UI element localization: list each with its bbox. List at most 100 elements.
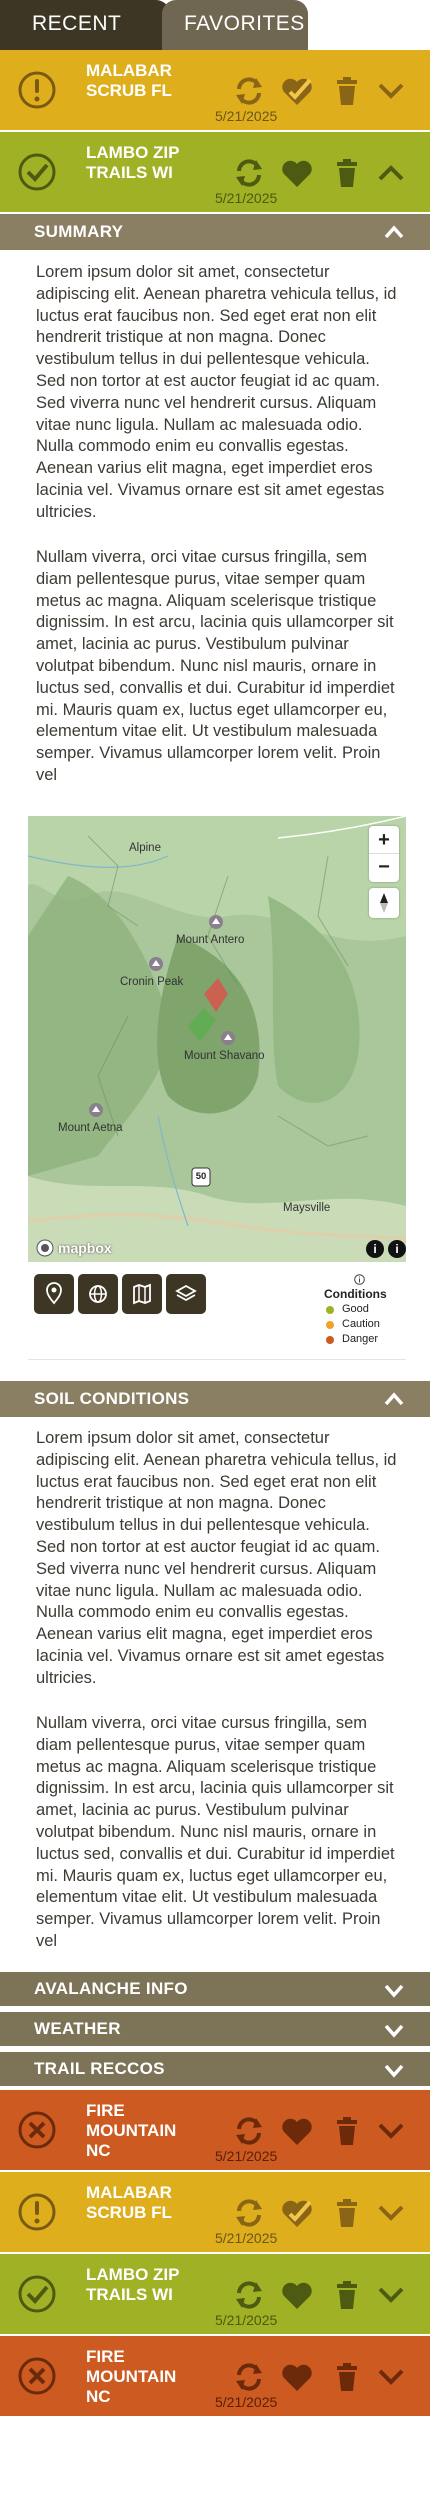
chevron-up-icon: [384, 1392, 404, 1406]
caution-icon: [18, 2193, 56, 2231]
chevron-down-icon[interactable]: [374, 2360, 408, 2394]
trail-date: 5/21/2025: [215, 190, 278, 206]
check-icon: [18, 153, 56, 191]
trash-icon[interactable]: [330, 156, 364, 190]
heart-icon[interactable]: [280, 156, 314, 190]
chevron-up-icon[interactable]: [374, 156, 408, 190]
tab-favorites[interactable]: FAVORITES: [162, 0, 308, 50]
soil-paragraph-1: Lorem ipsum dolor sit amet, consectetur …: [36, 1429, 397, 1687]
trash-icon[interactable]: [330, 2278, 364, 2312]
map-toolbar: Conditions Good Caution Danger: [28, 1262, 406, 1360]
section-weather-header[interactable]: WEATHER: [0, 2012, 430, 2046]
pin-icon: [46, 1282, 62, 1305]
trail-name: LAMBO ZIP TRAILS WI: [86, 143, 180, 182]
trash-icon[interactable]: [330, 2114, 364, 2148]
chevron-down-icon: [384, 2064, 404, 2078]
map-label-aetna: Mount Aetna: [58, 1122, 123, 1134]
compass-icon: [380, 893, 388, 913]
trail-name: MALABAR SCRUB FL: [86, 2183, 172, 2222]
refresh-icon[interactable]: [232, 2360, 266, 2394]
layers-icon: [175, 1284, 197, 1302]
zoom-control: + −: [369, 826, 399, 882]
trail-name: MALABAR SCRUB FL: [86, 61, 172, 100]
trail-date: 5/21/2025: [215, 108, 278, 124]
trail-card-malabar[interactable]: MALABAR SCRUB FL 5/21/2025: [0, 50, 430, 130]
refresh-icon[interactable]: [232, 2278, 266, 2312]
heart-check-icon[interactable]: [280, 2196, 314, 2230]
trail-card-lambo[interactable]: LAMBO ZIP TRAILS WI 5/21/2025: [0, 2254, 430, 2334]
section-trail-reccos-header[interactable]: TRAIL RECCOS: [0, 2052, 430, 2086]
heart-check-icon[interactable]: [280, 74, 314, 108]
trail-card-lambo[interactable]: LAMBO ZIP TRAILS WI 5/21/2025: [0, 132, 430, 212]
chevron-down-icon[interactable]: [374, 2196, 408, 2230]
mapbox-logo: mapbox: [36, 1238, 112, 1258]
refresh-icon[interactable]: [232, 2196, 266, 2230]
trail-name: FIRE MOUNTAIN NC: [86, 2347, 177, 2406]
trail-date: 5/21/2025: [215, 2312, 278, 2328]
chevron-down-icon[interactable]: [374, 74, 408, 108]
x-icon: [18, 2357, 56, 2395]
zoom-out-button[interactable]: −: [369, 854, 399, 882]
refresh-icon[interactable]: [232, 156, 266, 190]
layers-button[interactable]: [166, 1274, 206, 1314]
chevron-up-icon: [384, 225, 404, 239]
section-title: AVALANCHE INFO: [34, 1979, 188, 1998]
summary-paragraph-2: Nullam viverra, orci vitae cursus fringi…: [36, 548, 395, 784]
section-title: WEATHER: [34, 2019, 121, 2038]
summary-paragraph-1: Lorem ipsum dolor sit amet, consectetur …: [36, 263, 397, 521]
legend-item-good: Good: [324, 1302, 394, 1317]
chevron-down-icon: [384, 2024, 404, 2038]
trail-card-malabar[interactable]: MALABAR SCRUB FL 5/21/2025: [0, 2172, 430, 2252]
trash-icon[interactable]: [330, 2196, 364, 2230]
heart-icon[interactable]: [280, 2114, 314, 2148]
refresh-icon[interactable]: [232, 2114, 266, 2148]
mapbox-text: mapbox: [58, 1240, 112, 1256]
trail-map[interactable]: Alpine Mount Antero Cronin Peak Mount Sh…: [28, 816, 406, 1262]
x-icon: [18, 2111, 56, 2149]
section-title: SUMMARY: [34, 222, 124, 241]
tab-recent[interactable]: RECENT: [0, 0, 170, 50]
map-view-button[interactable]: [122, 1274, 162, 1314]
trash-icon[interactable]: [330, 2360, 364, 2394]
check-icon: [18, 2275, 56, 2313]
chevron-down-icon[interactable]: [374, 2114, 408, 2148]
trail-date: 5/21/2025: [215, 2230, 278, 2246]
section-title: SOIL CONDITIONS: [34, 1389, 190, 1408]
mapbox-icon: [36, 1239, 54, 1257]
legend-item-caution: Caution: [324, 1317, 394, 1332]
trail-date: 5/21/2025: [215, 2148, 278, 2164]
legend-item-danger: Danger: [324, 1332, 394, 1347]
location-button[interactable]: [34, 1274, 74, 1314]
trash-icon[interactable]: [330, 74, 364, 108]
heart-icon[interactable]: [280, 2360, 314, 2394]
trail-card-fire-mountain[interactable]: FIRE MOUNTAIN NC 5/21/2025: [0, 2336, 430, 2416]
attribution-info-icon[interactable]: i: [388, 1240, 406, 1258]
info-icon[interactable]: [324, 1274, 394, 1286]
tab-bar: RECENT FAVORITES: [0, 0, 430, 50]
map-info-icon[interactable]: i: [366, 1240, 384, 1258]
map-icon: [133, 1283, 151, 1305]
globe-button[interactable]: [78, 1274, 118, 1314]
section-avalanche-header[interactable]: AVALANCHE INFO: [0, 1972, 430, 2006]
compass-button[interactable]: [369, 888, 399, 918]
map-label-maysville: Maysville: [283, 1202, 331, 1214]
chevron-down-icon[interactable]: [374, 2278, 408, 2312]
section-summary-header[interactable]: SUMMARY: [0, 214, 430, 250]
conditions-legend: Conditions Good Caution Danger: [324, 1274, 394, 1347]
map-label-antero: Mount Antero: [176, 934, 245, 946]
soil-paragraph-2: Nullam viverra, orci vitae cursus fringi…: [36, 1714, 395, 1950]
globe-icon: [89, 1285, 107, 1303]
caution-icon: [18, 71, 56, 109]
map-label-alpine: Alpine: [129, 842, 161, 854]
section-title: TRAIL RECCOS: [34, 2059, 165, 2078]
heart-icon[interactable]: [280, 2278, 314, 2312]
chevron-down-icon: [384, 1984, 404, 1998]
zoom-in-button[interactable]: +: [369, 826, 399, 854]
trail-name: FIRE MOUNTAIN NC: [86, 2101, 177, 2160]
map-terrain: [28, 816, 406, 1262]
refresh-icon[interactable]: [232, 74, 266, 108]
trail-card-fire-mountain[interactable]: FIRE MOUNTAIN NC 5/21/2025: [0, 2090, 430, 2170]
section-soil-header[interactable]: SOIL CONDITIONS: [0, 1381, 430, 1417]
trail-date: 5/21/2025: [215, 2394, 278, 2410]
trail-name: LAMBO ZIP TRAILS WI: [86, 2265, 180, 2304]
